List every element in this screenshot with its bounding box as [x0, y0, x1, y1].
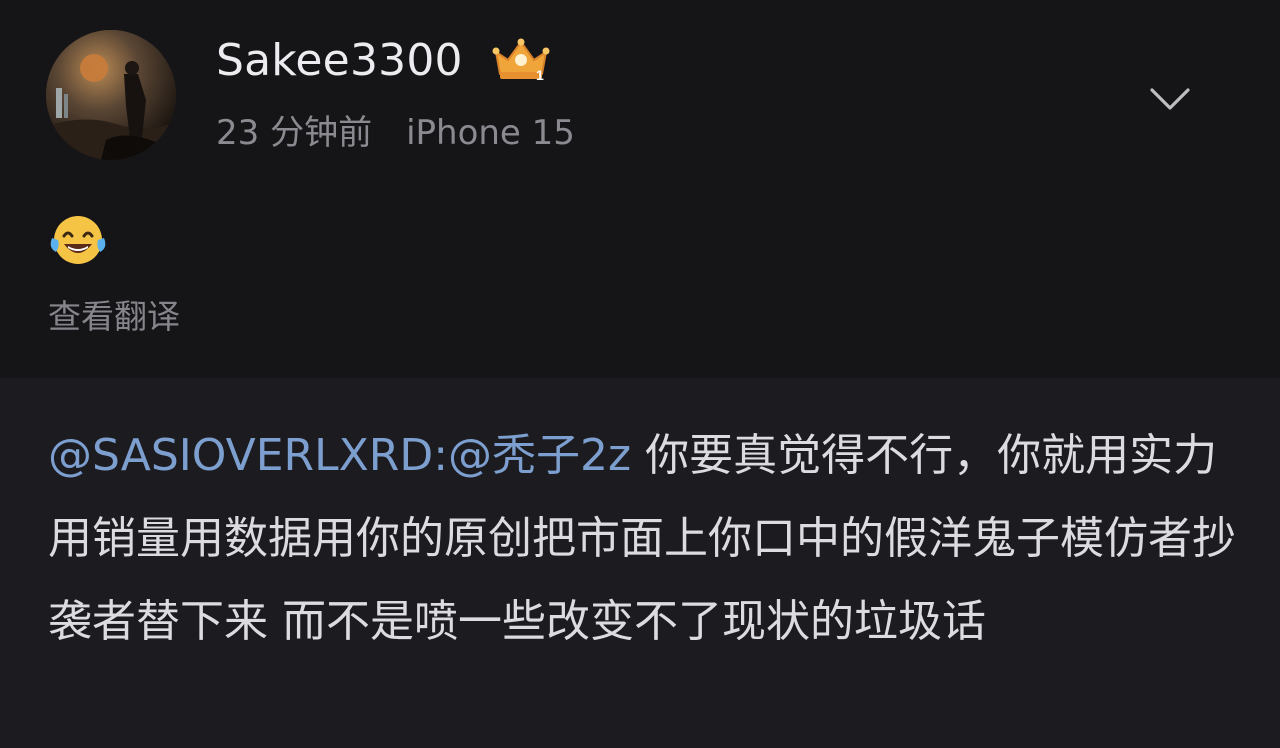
mention-user[interactable]: @SASIOVERLXRD	[48, 430, 433, 481]
reply-text[interactable]: @SASIOVERLXRD:@秃子2z 你要真觉得不行，你就用实力用销量用数据用…	[48, 414, 1238, 663]
post-header-section: Sakee3300 1 23 分钟前 iPhone 15 查看翻译	[0, 0, 1280, 378]
mention-separator: :	[433, 430, 449, 481]
laughing-tears-emoji-icon	[50, 216, 106, 264]
badge-level: 1	[536, 67, 544, 83]
post-meta: 23 分钟前 iPhone 15	[216, 110, 575, 156]
avatar[interactable]	[46, 30, 176, 160]
chevron-down-icon[interactable]	[1146, 78, 1194, 118]
device-label: iPhone 15	[406, 113, 575, 153]
crown-badge-icon[interactable]: 1	[490, 36, 552, 84]
mention-user-2[interactable]: @秃子2z	[448, 430, 631, 481]
view-translation-link[interactable]: 查看翻译	[48, 294, 180, 340]
username[interactable]: Sakee3300	[216, 33, 463, 89]
time-ago: 23 分钟前	[216, 113, 373, 153]
